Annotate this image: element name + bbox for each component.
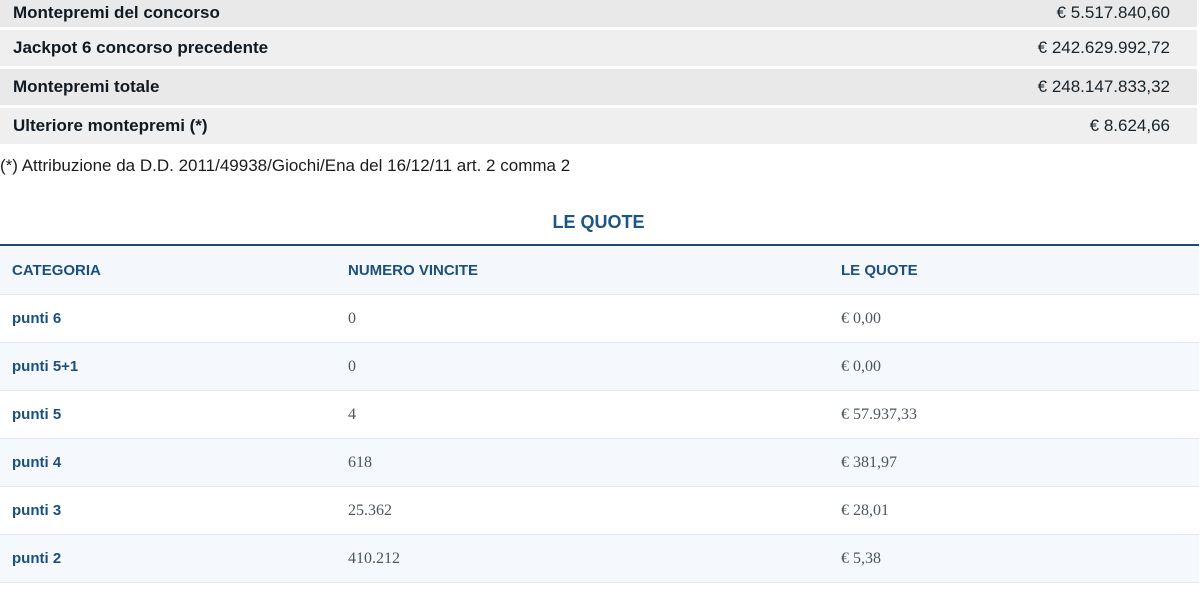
- prize-amount: € 28,01: [841, 501, 889, 519]
- table-row: punti 2 410.212 € 5,38: [0, 535, 1199, 583]
- category-link[interactable]: punti 6: [12, 310, 61, 327]
- winners-count: 25.362: [348, 501, 392, 519]
- prize-amount: € 57.937,33: [841, 405, 917, 423]
- winners-count: 0: [348, 357, 356, 375]
- table-header-row: CATEGORIA NUMERO VINCITE LE QUOTE: [0, 246, 1199, 295]
- summary-row-montepremi-concorso: Montepremi del concorso € 5.517.840,60: [0, 0, 1197, 27]
- table-row: punti 4 618 € 381,97: [0, 439, 1199, 487]
- prize-amount: € 0,00: [841, 309, 881, 327]
- table-row: punti 5+1 0 € 0,00: [0, 343, 1199, 391]
- category-link[interactable]: punti 4: [12, 454, 61, 471]
- summary-label: Jackpot 6 concorso precedente: [13, 38, 269, 57]
- prize-amount: € 381,97: [841, 453, 897, 471]
- summary-value: € 248.147.833,32: [1037, 77, 1170, 96]
- category-link[interactable]: punti 5+1: [12, 358, 78, 375]
- table-row: punti 3 25.362 € 28,01: [0, 487, 1199, 535]
- summary-value: € 5.517.840,60: [1056, 2, 1170, 22]
- column-header-categoria: CATEGORIA: [12, 261, 101, 279]
- prize-amount: € 5,38: [841, 549, 881, 567]
- summary-label: Ulteriore montepremi (*): [13, 116, 208, 135]
- summary-label: Montepremi totale: [13, 77, 160, 96]
- category-link[interactable]: punti 3: [12, 502, 61, 519]
- quote-section-title: LE QUOTE: [552, 212, 645, 232]
- summary-value: € 242.629.992,72: [1037, 38, 1170, 57]
- summary-value: € 8.624,66: [1089, 116, 1170, 135]
- prize-amount: € 0,00: [841, 357, 881, 375]
- winners-count: 0: [348, 309, 356, 327]
- summary-row-jackpot-precedente: Jackpot 6 concorso precedente € 242.629.…: [0, 30, 1197, 66]
- summary-row-ulteriore-montepremi: Ulteriore montepremi (*) € 8.624,66: [0, 108, 1197, 144]
- summary-row-montepremi-totale: Montepremi totale € 248.147.833,32: [0, 69, 1197, 105]
- winners-count: 4: [348, 405, 356, 423]
- column-header-le-quote: LE QUOTE: [841, 261, 918, 279]
- table-row: punti 5 4 € 57.937,33: [0, 391, 1199, 439]
- table-row: punti 6 0 € 0,00: [0, 295, 1199, 343]
- quote-table: CATEGORIA NUMERO VINCITE LE QUOTE punti …: [0, 244, 1199, 583]
- category-link[interactable]: punti 2: [12, 550, 61, 567]
- winners-count: 410.212: [348, 549, 400, 567]
- category-link[interactable]: punti 5: [12, 406, 61, 423]
- column-header-numero-vincite: NUMERO VINCITE: [348, 261, 479, 279]
- summary-label: Montepremi del concorso: [13, 2, 220, 22]
- winners-count: 618: [348, 453, 372, 471]
- prize-summary-table: Montepremi del concorso € 5.517.840,60 J…: [0, 0, 1197, 147]
- footnote-text: (*) Attribuzione da D.D. 2011/49938/Gioc…: [0, 156, 571, 175]
